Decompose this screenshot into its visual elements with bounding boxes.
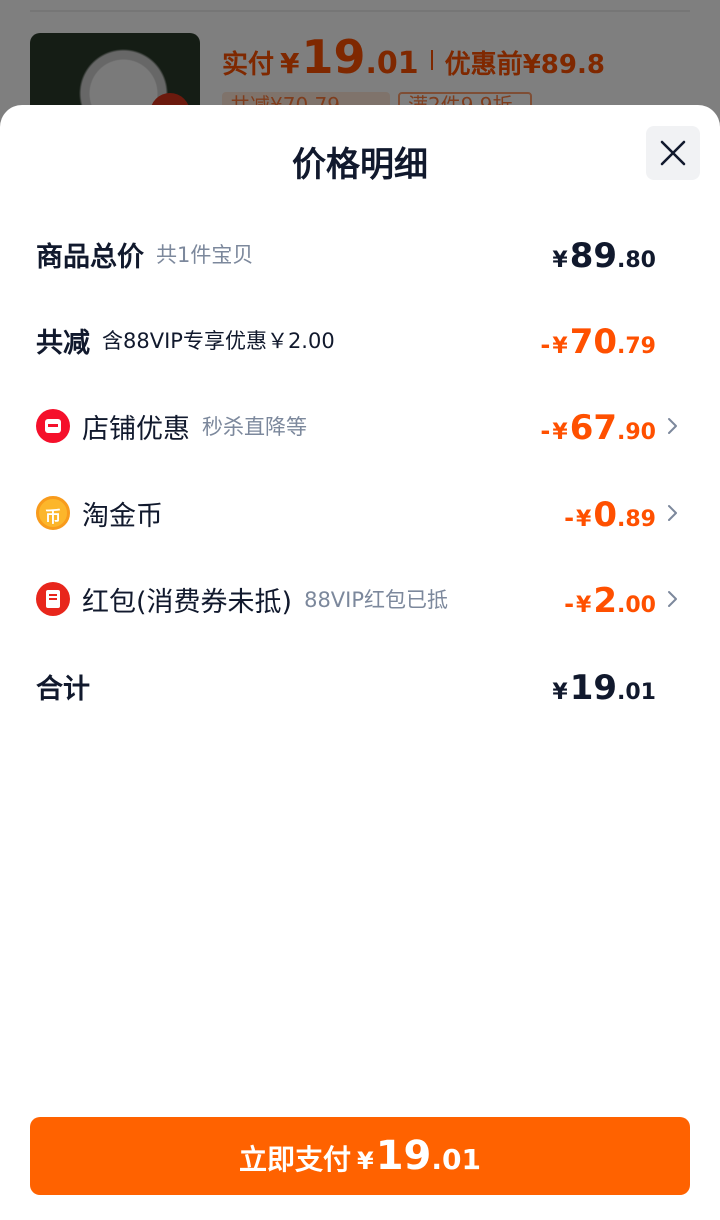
minus-sign: - bbox=[564, 590, 575, 618]
currency-symbol: ¥ bbox=[552, 248, 568, 273]
amount-dec: .01 bbox=[617, 680, 656, 705]
sum-amount: ¥ 19 .01 bbox=[552, 656, 656, 716]
currency-symbol: ¥ bbox=[576, 593, 592, 618]
amount-int: 2 bbox=[593, 581, 618, 621]
goods-total-label: 商品总价 bbox=[36, 241, 144, 273]
amount-dec: .89 bbox=[617, 507, 656, 532]
amount-dec: .00 bbox=[617, 593, 656, 618]
amount-dec: .79 bbox=[617, 334, 656, 359]
chevron-right-icon bbox=[668, 418, 677, 434]
shop-discount-label: 店铺优惠 bbox=[82, 413, 190, 445]
coins-amount: - ¥ 0 .89 bbox=[564, 483, 656, 543]
close-button[interactable] bbox=[646, 126, 700, 180]
row-goods-total: 商品总价 共1件宝贝 ¥ 89 .80 bbox=[36, 224, 684, 284]
pay-now-label: 立即支付 bbox=[239, 1143, 352, 1176]
currency-symbol: ¥ bbox=[576, 507, 592, 532]
row-shop-discount[interactable]: 店铺优惠 秒杀直降等 - ¥ 67 .90 bbox=[36, 396, 684, 456]
currency-symbol: ¥ bbox=[552, 334, 568, 359]
minus-sign: - bbox=[540, 331, 551, 359]
red-packet-icon bbox=[36, 582, 70, 616]
price-detail-sheet: 价格明细 商品总价 共1件宝贝 ¥ 89 .80 共减 含88VIP专享优惠￥2… bbox=[0, 105, 720, 1220]
coins-label: 淘金币 bbox=[82, 500, 163, 532]
row-taojinbi[interactable]: 币 淘金币 - ¥ 0 .89 bbox=[36, 483, 684, 543]
row-total-reduction: 共减 含88VIP专享优惠￥2.00 - ¥ 70 .79 bbox=[36, 310, 684, 370]
amount-dec: .90 bbox=[617, 420, 656, 445]
amount-dec: .80 bbox=[617, 248, 656, 273]
currency-symbol: ¥ bbox=[552, 420, 568, 445]
coin-icon: 币 bbox=[36, 496, 70, 530]
shop-icon bbox=[36, 409, 70, 443]
row-sum: 合计 ¥ 19 .01 bbox=[36, 656, 684, 716]
reduction-amount: - ¥ 70 .79 bbox=[540, 310, 656, 370]
reduction-sub: 含88VIP专享优惠￥2.00 bbox=[102, 329, 335, 353]
red-packet-amount: - ¥ 2 .00 bbox=[564, 569, 656, 629]
sheet-title: 价格明细 bbox=[292, 145, 428, 185]
amount-int: 19 bbox=[569, 668, 618, 708]
red-packet-label: 红包(消费券未抵) bbox=[82, 586, 293, 618]
goods-total-sub: 共1件宝贝 bbox=[156, 243, 254, 267]
sum-label: 合计 bbox=[36, 673, 90, 705]
close-icon bbox=[660, 140, 686, 166]
goods-total-amount: ¥ 89 .80 bbox=[552, 224, 656, 284]
currency-symbol: ¥ bbox=[357, 1147, 374, 1175]
reduction-label: 共减 bbox=[36, 327, 90, 359]
minus-sign: - bbox=[540, 417, 551, 445]
coin-icon-glyph: 币 bbox=[44, 507, 61, 526]
amount-int: 0 bbox=[593, 495, 618, 535]
amount-dec: .01 bbox=[431, 1143, 481, 1176]
amount-int: 19 bbox=[375, 1133, 432, 1179]
red-packet-sub: 88VIP红包已抵 bbox=[304, 588, 449, 612]
row-red-packet[interactable]: 红包(消费券未抵) 88VIP红包已抵 - ¥ 2 .00 bbox=[36, 569, 684, 629]
shop-discount-amount: - ¥ 67 .90 bbox=[540, 396, 656, 456]
minus-sign: - bbox=[564, 504, 575, 532]
pay-now-button[interactable]: 立即支付 ¥ 19 .01 bbox=[30, 1117, 690, 1195]
chevron-right-icon bbox=[668, 591, 677, 607]
amount-int: 67 bbox=[569, 408, 618, 448]
amount-int: 89 bbox=[569, 236, 618, 276]
shop-discount-sub: 秒杀直降等 bbox=[202, 415, 307, 439]
chevron-right-icon bbox=[668, 505, 677, 521]
currency-symbol: ¥ bbox=[552, 680, 568, 705]
amount-int: 70 bbox=[569, 322, 618, 362]
